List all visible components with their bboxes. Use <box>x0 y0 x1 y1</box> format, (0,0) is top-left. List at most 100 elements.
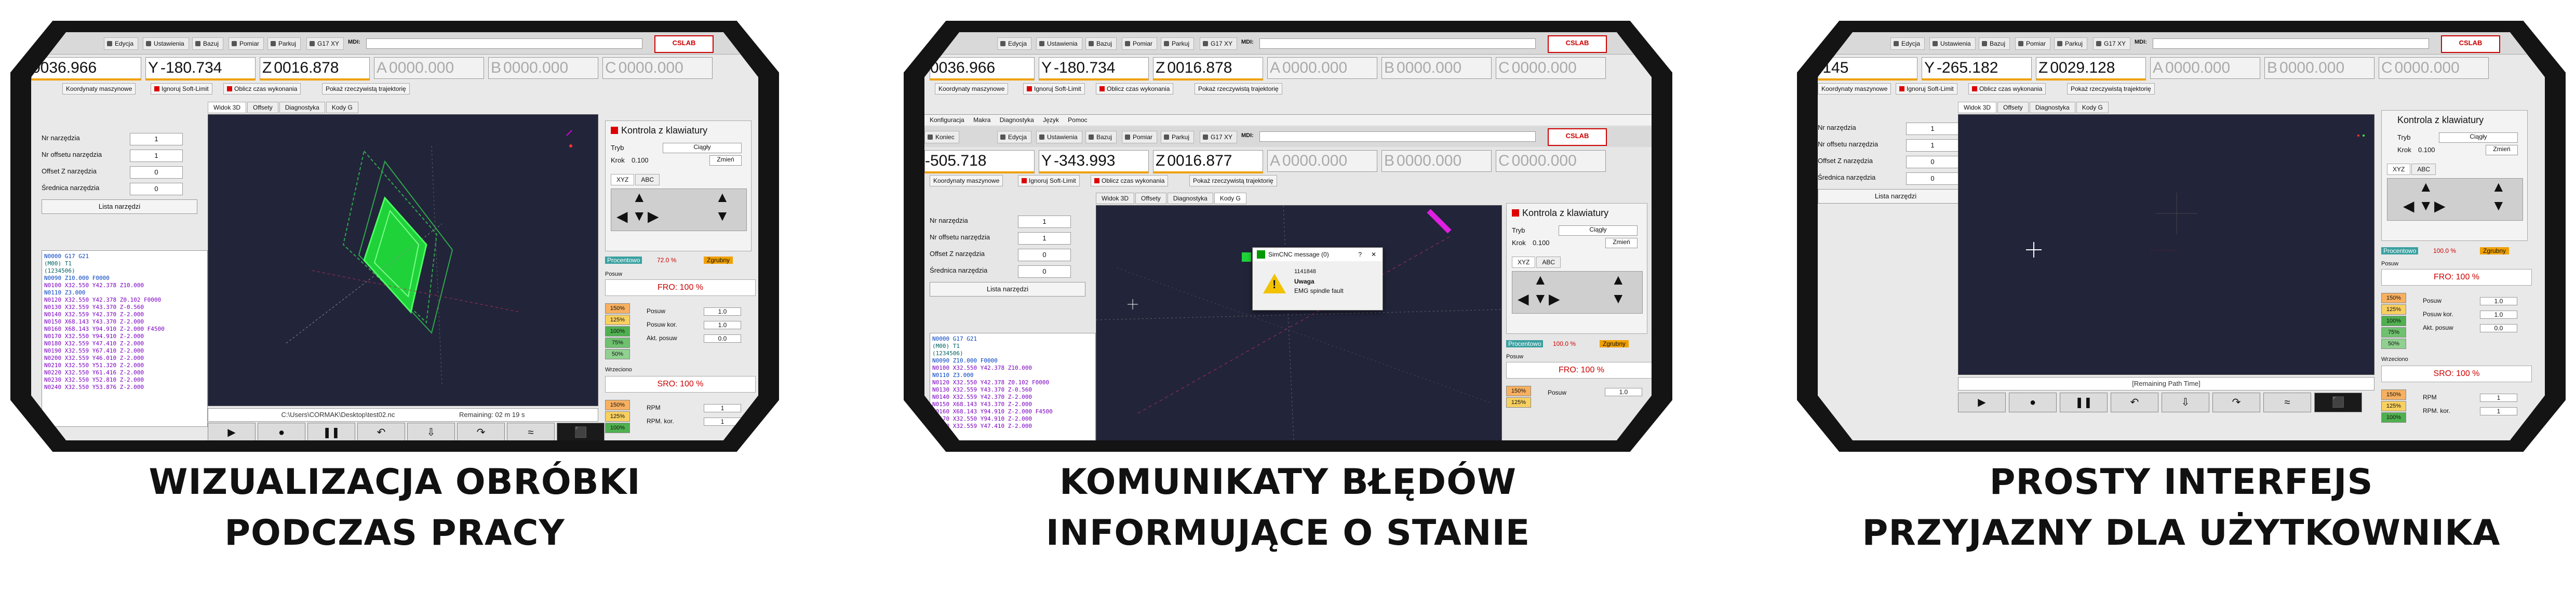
sro-150-button[interactable]: 150% <box>2381 389 2406 400</box>
coord-y[interactable]: Y -265.182 <box>1922 57 2032 80</box>
tab-diagnostics[interactable]: Diagnostyka <box>1167 193 1213 204</box>
toolbar-button-home[interactable]: Bazuj <box>1979 37 2010 50</box>
toolbar-button-park[interactable]: Parkuj <box>267 37 301 50</box>
jog-y-minus-icon[interactable]: ▼ <box>2419 197 2433 214</box>
coord-a[interactable]: A 0000.000 <box>1267 150 1377 172</box>
estop-button[interactable]: ⬛ <box>557 423 605 440</box>
flag-real-path[interactable]: Pokaż rzeczywistą trajektorię <box>1195 83 1282 95</box>
feed-mode-rough[interactable]: Zgrubny <box>2480 247 2510 254</box>
jog-z-plus-icon[interactable]: ▲ <box>715 189 730 206</box>
stop-button[interactable]: ● <box>258 423 305 440</box>
field-value[interactable]: 1 <box>1018 232 1071 245</box>
fro-125-button[interactable]: 125% <box>1506 397 1531 408</box>
flag-ignore-softlimit[interactable]: Ignoruj Soft-Limit <box>1023 83 1085 95</box>
fro-75-button[interactable]: 75% <box>605 338 630 348</box>
tab-view-3d[interactable]: Widok 3D <box>1958 102 1997 113</box>
sro-100-button[interactable]: 100% <box>605 423 630 433</box>
tab-xyz[interactable]: XYZ <box>1512 257 1536 268</box>
jog-y-plus-icon[interactable]: ▲ <box>1533 272 1548 288</box>
menu-config[interactable]: Konfiguracja <box>930 116 964 124</box>
step-button[interactable]: ⇩ <box>407 423 455 440</box>
field-value[interactable]: 0 <box>130 166 183 179</box>
mdi-input[interactable] <box>1259 131 1536 142</box>
flag-machine-coords[interactable]: Koordynaty maszynowe <box>62 83 136 95</box>
coord-z[interactable]: Z 0016.878 <box>260 57 370 80</box>
flag-calc-time[interactable]: Oblicz czas wykonania <box>1091 175 1169 186</box>
flag-machine-coords[interactable]: Koordynaty maszynowe <box>1818 83 1891 95</box>
toolbar-button-plane[interactable]: G17 XY <box>1200 131 1238 143</box>
tab-gcode[interactable]: Kody G <box>2076 102 2109 113</box>
mode-select[interactable]: Ciągły <box>1559 225 1638 236</box>
coord-b[interactable]: B 0000.000 <box>1381 150 1492 172</box>
toolbar-button-plane[interactable]: G17 XY <box>306 37 344 50</box>
jog-y-plus-icon[interactable]: ▲ <box>2419 179 2433 195</box>
tab-abc[interactable]: ABC <box>635 174 660 185</box>
help-icon[interactable]: ? <box>1358 248 1362 261</box>
menu-language[interactable]: Język <box>1043 116 1059 124</box>
flag-calc-time[interactable]: Oblicz czas wykonania <box>1096 83 1174 95</box>
flag-calc-time[interactable]: Oblicz czas wykonania <box>1968 83 2046 95</box>
fro-150-button[interactable]: 150% <box>605 303 630 314</box>
sim-button[interactable]: ≈ <box>507 423 555 440</box>
fro-150-button[interactable]: 150% <box>1506 386 1531 396</box>
toolbar-button-home[interactable]: Bazuj <box>192 37 224 50</box>
tab-view-3d[interactable]: Widok 3D <box>1096 193 1135 204</box>
flag-calc-time[interactable]: Oblicz czas wykonania <box>223 83 301 95</box>
tab-offsets[interactable]: Offsety <box>1135 193 1166 204</box>
flag-machine-coords[interactable]: Koordynaty maszynowe <box>935 83 1009 95</box>
jog-x-minus-icon[interactable]: ◀ <box>616 208 628 225</box>
feed-mode-rough[interactable]: Zgrubny <box>704 257 733 264</box>
change-step-button[interactable]: Zmień <box>709 155 742 166</box>
mdi-input[interactable] <box>366 38 642 49</box>
tool-list-button[interactable]: Lista narzędzi <box>930 282 1085 297</box>
coord-a[interactable]: A 0000.000 <box>1267 57 1377 79</box>
tab-diagnostics[interactable]: Diagnostyka <box>279 102 325 113</box>
sro-125-button[interactable]: 125% <box>2381 401 2406 411</box>
fro-100-button[interactable]: 100% <box>2381 316 2406 326</box>
toolbar-button-park[interactable]: Parkuj <box>1161 37 1195 50</box>
mdi-input[interactable] <box>1259 38 1536 49</box>
feed-mode-percent[interactable]: Procentowo <box>2381 247 2419 254</box>
feed-mode-rough[interactable]: Zgrubny <box>1600 340 1629 347</box>
toolbar-button-edit[interactable]: Edycja <box>997 131 1032 143</box>
toolbar-button-settings[interactable]: Ustawienia <box>143 37 189 50</box>
flag-machine-coords[interactable]: Koordynaty maszynowe <box>930 175 1003 186</box>
rewind-button[interactable]: ↶ <box>2111 393 2158 412</box>
toolbar-button-probe[interactable]: Pomiar <box>2015 37 2051 50</box>
mode-select[interactable]: Ciągły <box>663 143 742 153</box>
coord-b[interactable]: B 0000.000 <box>1381 57 1492 79</box>
toolbar-button-home[interactable]: Bazuj <box>1085 37 1117 50</box>
field-value[interactable]: 1 <box>130 133 183 145</box>
jog-x-minus-icon[interactable]: ◀ <box>2403 197 2414 214</box>
toolbar-button-open[interactable]: Koniec <box>924 131 959 143</box>
toolbar-button-probe[interactable]: Pomiar <box>1122 37 1158 50</box>
pause-button[interactable]: ❚❚ <box>307 423 355 440</box>
coord-c[interactable]: C 0000.000 <box>1496 57 1606 79</box>
field-value[interactable]: 1 <box>130 150 183 162</box>
coord-x[interactable]: 0036.966 <box>930 57 1035 80</box>
coord-x[interactable]: .145 <box>1818 57 1917 80</box>
jog-z-plus-icon[interactable]: ▲ <box>2491 179 2506 195</box>
jog-x-plus-icon[interactable]: ▶ <box>648 208 659 225</box>
jog-z-minus-icon[interactable]: ▼ <box>715 208 730 224</box>
pause-button[interactable]: ❚❚ <box>2060 393 2108 412</box>
coord-c[interactable]: C 0000.000 <box>1496 150 1606 172</box>
gcode-listing[interactable]: N0000 G17 G21 (M00) T1 (1234506) N0090 Z… <box>930 333 1096 440</box>
jog-x-plus-icon[interactable]: ▶ <box>2434 197 2446 214</box>
jog-z-minus-icon[interactable]: ▼ <box>1611 290 1626 307</box>
step-button[interactable]: ⇩ <box>2162 393 2209 412</box>
start-button[interactable]: ▶ <box>1958 393 2006 412</box>
toolbar-button-settings[interactable]: Ustawienia <box>1929 37 1976 50</box>
coord-x[interactable]: -505.718 <box>924 150 1035 173</box>
tool-list-button[interactable]: Lista narzędzi <box>1818 189 1974 204</box>
close-icon[interactable]: ✕ <box>1371 248 1376 261</box>
sim-button[interactable]: ≈ <box>2263 393 2311 412</box>
toolbar-button-edit[interactable]: Edycja <box>997 37 1032 50</box>
field-value[interactable]: 0 <box>1906 156 1959 168</box>
flag-ignore-softlimit[interactable]: Ignoruj Soft-Limit <box>151 83 212 95</box>
change-step-button[interactable]: Zmień <box>1605 238 1638 248</box>
estop-button[interactable]: ⬛ <box>2314 393 2362 412</box>
fro-50-button[interactable]: 50% <box>2381 339 2406 349</box>
coord-a[interactable]: A 0000.000 <box>374 57 484 79</box>
toolpath-3d-view[interactable] <box>208 114 598 406</box>
